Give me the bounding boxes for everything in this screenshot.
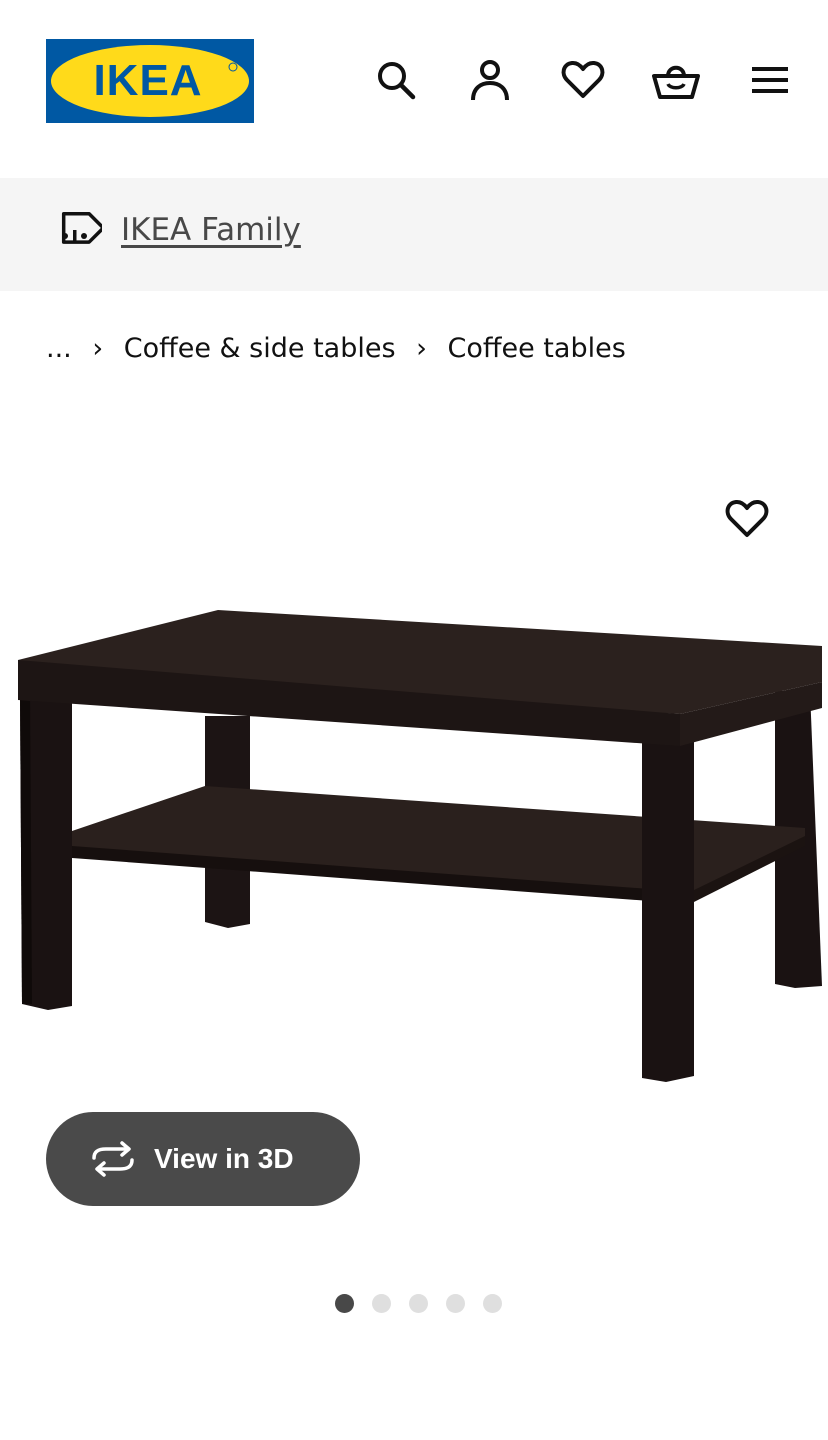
account-icon[interactable] [466, 56, 514, 104]
ikea-family-link[interactable]: IKEA Family [121, 212, 301, 248]
gallery-dot-2[interactable] [372, 1294, 391, 1313]
heart-icon[interactable] [559, 56, 607, 104]
add-to-favorites-button[interactable] [722, 495, 772, 543]
heart-outline-icon [725, 499, 769, 537]
gallery-dot-3[interactable] [409, 1294, 428, 1313]
view-in-3d-label: View in 3D [154, 1143, 294, 1174]
menu-icon[interactable] [746, 56, 794, 104]
gallery-pagination [335, 1294, 502, 1313]
gallery-dot-1[interactable] [335, 1294, 354, 1313]
chevron-right-icon: › [92, 332, 104, 364]
gallery-dot-4[interactable] [446, 1294, 465, 1313]
family-tag-icon [48, 208, 106, 262]
view-in-3d-button[interactable]: View in 3D [46, 1112, 360, 1206]
search-icon[interactable] [372, 56, 420, 104]
rotate-3d-icon [92, 1141, 134, 1177]
chevron-right-icon: › [416, 332, 427, 364]
breadcrumb: ... › Coffee & side tables › Coffee tabl… [46, 330, 626, 366]
coffee-table-image[interactable] [10, 596, 828, 1096]
breadcrumb-ellipsis[interactable]: ... [46, 333, 72, 364]
site-header: IKEA [0, 0, 828, 178]
ikea-logo[interactable]: IKEA [46, 39, 254, 123]
gallery-dot-5[interactable] [483, 1294, 502, 1313]
logo-text: IKEA [93, 56, 202, 105]
breadcrumb-item-coffee-tables[interactable]: Coffee tables [448, 333, 626, 364]
basket-icon[interactable] [652, 56, 700, 104]
breadcrumb-item-coffee-side-tables[interactable]: Coffee & side tables [124, 333, 396, 364]
